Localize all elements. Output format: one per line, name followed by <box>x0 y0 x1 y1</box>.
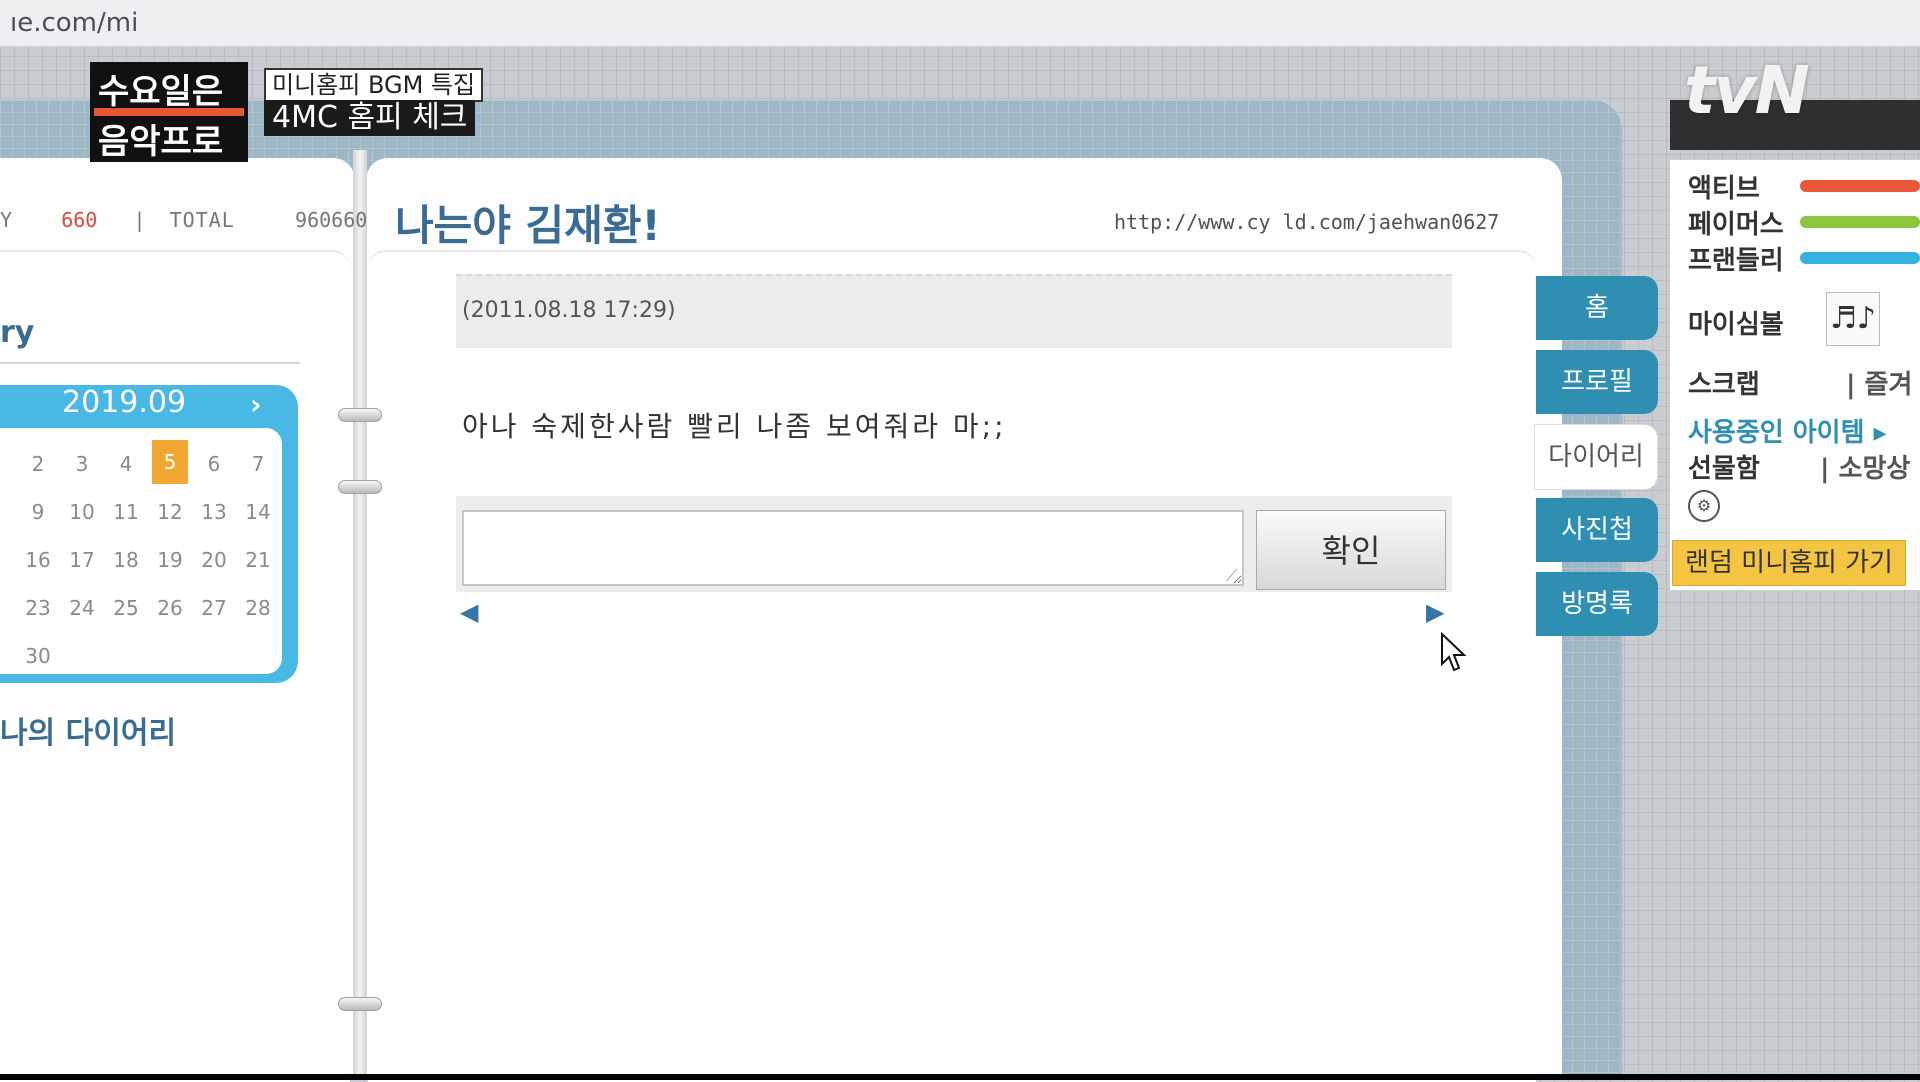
prev-entry-icon[interactable]: ◀ <box>460 598 478 626</box>
settings-circle-icon[interactable]: ⚙ <box>1688 490 1720 522</box>
calendar-day[interactable]: 18 <box>108 548 144 572</box>
entry-body: 아나 숙제한사람 빨리 나좀 보여줘라 마;; <box>462 410 1007 443</box>
total-count: 960660 <box>295 208 368 232</box>
visit-counter: Y 660 | TOTAL 960660 <box>0 208 368 232</box>
calendar-day[interactable]: 19 <box>152 548 188 572</box>
items-in-use-link[interactable]: 사용중인 아이템 ▸ <box>1688 412 1887 449</box>
calendar-day[interactable]: 30 <box>20 644 56 668</box>
tab-diary[interactable]: 다이어리 <box>1534 424 1658 490</box>
resize-grip-icon[interactable]: ⟋ <box>1226 566 1237 586</box>
notebook-spine <box>353 150 367 1080</box>
mouse-cursor-icon <box>1441 632 1467 672</box>
spine-ring <box>338 408 382 422</box>
favorites-link[interactable]: | 즐겨 <box>1846 364 1912 401</box>
status-active-label: 액티브 <box>1688 174 1760 204</box>
calendar-day[interactable]: 21 <box>240 548 276 572</box>
calendar-day[interactable]: 17 <box>64 548 100 572</box>
hompy-url: http://www.cy ld.com/jaehwan0627 <box>1114 210 1500 234</box>
random-hompy-button[interactable]: 랜덤 미니홈피 가기 <box>1672 540 1906 586</box>
calendar-month: 2019.09 <box>62 385 187 420</box>
calendar-day[interactable]: 3 <box>64 452 100 476</box>
confirm-button[interactable]: 확인 <box>1256 510 1446 590</box>
calendar-day[interactable]: 28 <box>240 596 276 620</box>
calendar-day[interactable]: 13 <box>196 500 232 524</box>
browser-url-bar[interactable]: ıe.com/mi <box>0 0 1920 47</box>
caption-main: 4MC 홈피 체크 <box>264 100 476 136</box>
show-logo-line1: 수요일은 <box>98 72 224 112</box>
calendar-day[interactable]: 5 <box>152 440 188 484</box>
calendar-next-icon[interactable]: › <box>250 388 262 421</box>
today-label: Y <box>0 208 14 232</box>
caption-small: 미니홈피 BGM 특집 <box>264 68 484 102</box>
scrap-link[interactable]: 스크랩 <box>1688 364 1760 401</box>
calendar-day[interactable]: 4 <box>108 452 144 476</box>
main-inner-page <box>368 250 1536 1082</box>
calendar-day[interactable]: 24 <box>64 596 100 620</box>
menu-title: ry <box>0 315 35 350</box>
show-logo-line2: 음악프로 <box>98 122 224 162</box>
tab-photos[interactable]: 사진첩 <box>1536 498 1658 562</box>
my-diary-link[interactable]: 나의 다이어리 <box>0 708 176 752</box>
entry-date: (2011.08.18 17:29) <box>462 298 676 323</box>
status-active-bar <box>1800 180 1920 192</box>
calendar-day[interactable]: 7 <box>240 452 276 476</box>
status-famous-label: 페이머스 <box>1688 210 1784 240</box>
status-friendly-bar <box>1800 252 1920 264</box>
status-famous-bar <box>1800 216 1920 228</box>
calendar-day[interactable]: 25 <box>108 596 144 620</box>
page-title: 나는야 김재환! <box>395 201 661 250</box>
tab-profile[interactable]: 프로필 <box>1536 350 1658 414</box>
calendar-day[interactable]: 9 <box>20 500 56 524</box>
total-label: TOTAL <box>169 208 235 232</box>
calendar-day[interactable]: 26 <box>152 596 188 620</box>
tab-home[interactable]: 홈 <box>1536 276 1658 340</box>
divider <box>0 362 300 364</box>
calendar-day[interactable]: 10 <box>64 500 100 524</box>
my-symbol-label: 마이심볼 <box>1688 310 1784 340</box>
status-friendly-label: 프랜들리 <box>1688 246 1784 276</box>
music-note-icon[interactable]: ♬♪ <box>1826 292 1880 346</box>
calendar-day[interactable]: 12 <box>152 500 188 524</box>
spine-ring <box>338 997 382 1011</box>
bottom-border <box>0 1074 1920 1080</box>
next-entry-icon[interactable]: ▶ <box>1426 598 1444 626</box>
calendar-day[interactable]: 27 <box>196 596 232 620</box>
reply-input[interactable] <box>462 510 1244 586</box>
calendar-day[interactable]: 11 <box>108 500 144 524</box>
tab-guestbook[interactable]: 방명록 <box>1536 572 1658 636</box>
calendar-day[interactable]: 2 <box>20 452 56 476</box>
calendar-day[interactable]: 23 <box>20 596 56 620</box>
gift-box-link[interactable]: 선물함 <box>1688 448 1760 485</box>
calendar-day[interactable]: 20 <box>196 548 232 572</box>
show-logo: 수요일은 음악프로 <box>90 62 248 162</box>
channel-logo: tvN <box>1684 52 1810 129</box>
calendar-day[interactable]: 14 <box>240 500 276 524</box>
spine-ring <box>338 480 382 494</box>
url-text[interactable]: ıe.com/mi <box>10 8 138 38</box>
today-count: 660 <box>61 208 98 232</box>
calendar-day[interactable]: 6 <box>196 452 232 476</box>
wish-link[interactable]: | 소망상 <box>1820 448 1910 485</box>
calendar-day[interactable]: 16 <box>20 548 56 572</box>
